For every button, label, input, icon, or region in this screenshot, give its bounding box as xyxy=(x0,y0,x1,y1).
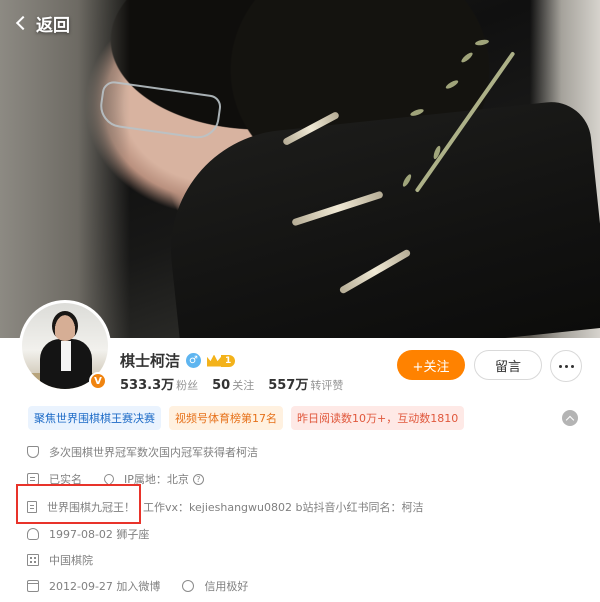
bio-text: 工作vx：kejieshangwu0802 b站抖音小红书同名：柯洁 xyxy=(143,501,424,514)
stat-following[interactable]: 50 关注 xyxy=(212,377,254,393)
help-icon[interactable]: ? xyxy=(192,473,204,485)
info-joined-credit: 2012-09-27 加入微博 信用极好 xyxy=(27,576,270,596)
profile-stats: 533.3万 粉丝 50 关注 557万 转评赞 xyxy=(120,374,357,393)
cover-photo: 返回 xyxy=(0,0,600,338)
stat-label: 粉丝 xyxy=(176,379,199,392)
stat-followers[interactable]: 533.3万 粉丝 xyxy=(120,374,198,393)
info-verification: 多次围棋世界冠军数次国内冠军获得者柯洁 xyxy=(27,442,258,462)
crown-icon xyxy=(207,354,222,367)
stat-label: 关注 xyxy=(232,379,255,392)
shield-icon xyxy=(27,446,39,458)
cover-shirt xyxy=(159,98,600,338)
more-dot-icon xyxy=(558,364,562,368)
collapse-button[interactable] xyxy=(562,410,578,426)
stat-value: 557万 xyxy=(268,378,309,393)
birthday-text: 1997-08-02 狮子座 xyxy=(49,528,150,541)
info-birthday: 1997-08-02 狮子座 xyxy=(27,524,149,544)
tag-ranking[interactable]: 视频号体育榜第17名 xyxy=(169,406,283,430)
cover-leaf xyxy=(444,78,460,91)
building-icon xyxy=(27,554,39,566)
cover-background-left xyxy=(0,0,130,338)
more-dot-icon xyxy=(564,364,568,368)
profile-tags: 聚焦世界围棋棋王赛决赛 视频号体育榜第17名 昨日阅读数10万+，互动数1810 xyxy=(28,406,472,430)
annotation-highlight-box xyxy=(16,484,141,524)
cover-leaf xyxy=(474,38,490,47)
cover-leaf xyxy=(460,51,474,64)
chevron-up-icon xyxy=(565,415,575,424)
profile-name-row: 棋士柯洁 ♂ 1 xyxy=(120,350,236,371)
tag-hot-topic[interactable]: 聚焦世界围棋棋王赛决赛 xyxy=(28,406,161,430)
credit-icon xyxy=(182,580,195,592)
avatar-head xyxy=(52,311,78,341)
stat-value: 50 xyxy=(212,378,231,393)
info-organization: 中国棋院 xyxy=(27,550,93,570)
credit-item[interactable]: 信用极好 xyxy=(182,578,248,594)
organization-text: 中国棋院 xyxy=(49,554,93,567)
gender-male-icon: ♂ xyxy=(186,353,202,368)
vip-level: 1 xyxy=(221,354,236,367)
more-dot-icon xyxy=(570,364,574,368)
vip-badge[interactable]: 1 xyxy=(207,353,236,368)
verification-text: 多次围棋世界冠军数次国内冠军获得者柯洁 xyxy=(49,446,258,459)
back-label: 返回 xyxy=(36,15,70,36)
message-button[interactable]: 留言 xyxy=(474,350,542,380)
joined-text: 2012-09-27 加入微博 xyxy=(49,580,161,593)
calendar-icon xyxy=(27,580,39,592)
stat-value: 533.3万 xyxy=(120,378,175,393)
credit-text: 信用极好 xyxy=(204,580,249,593)
avatar-shirt xyxy=(61,341,71,371)
follow-button[interactable]: +关注 xyxy=(397,350,465,380)
stat-label: 转评赞 xyxy=(310,379,344,392)
verified-badge-icon: V xyxy=(89,372,107,390)
more-options-button[interactable] xyxy=(550,350,582,382)
stat-interactions: 557万 转评赞 xyxy=(268,374,343,393)
back-button[interactable]: 返回 xyxy=(14,10,70,36)
user-icon xyxy=(27,528,39,540)
tag-reads[interactable]: 昨日阅读数10万+，互动数1810 xyxy=(291,406,465,430)
joined-item: 2012-09-27 加入微博 xyxy=(27,578,160,594)
profile-name: 棋士柯洁 xyxy=(120,352,181,370)
chevron-left-icon xyxy=(15,15,31,31)
